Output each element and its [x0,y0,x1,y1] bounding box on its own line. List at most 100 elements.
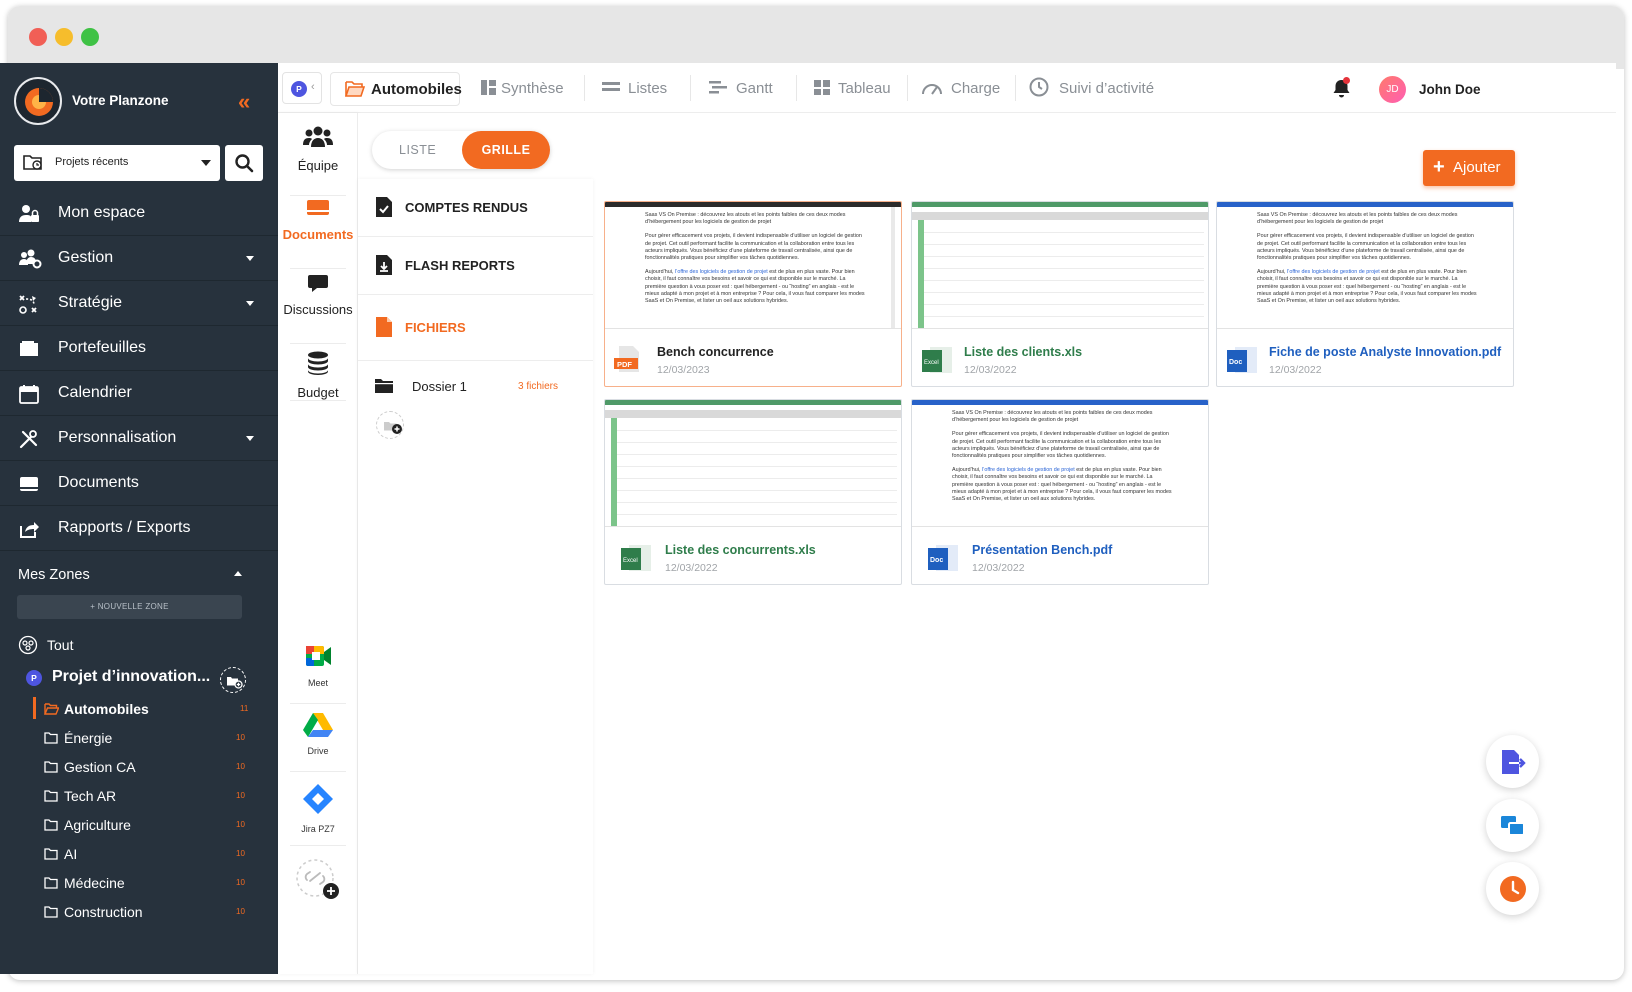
zone-label: Agriculture [64,817,131,833]
tab-tableau[interactable]: Tableau [813,72,903,106]
recent-projects-label: Projets récents [55,156,129,168]
file-preview: Saas VS On Premise : découvrez les atout… [1217,207,1513,329]
file-card[interactable]: Saas VS On Premise : découvrez les atout… [1216,201,1514,387]
folder-count: 3 fichiers [518,381,559,392]
new-zone-button[interactable]: + NOUVELLE ZONE [17,595,242,619]
file-card[interactable]: Saas VS On Premise : découvrez les atout… [604,201,902,387]
project-toggle-button[interactable]: P ‹ [282,72,322,104]
nav-item-portefeuilles[interactable]: Portefeuilles [0,326,278,371]
integration-drive[interactable]: Drive [278,711,358,772]
nav-item-rapports-exports[interactable]: Rapports / Exports [0,506,278,551]
chevron-down-icon [246,436,254,441]
preview-scrollbar [891,207,895,328]
pdf-file-icon: PDF [613,345,645,380]
zone-count: 10 [236,907,245,916]
nav-item-mon-espace[interactable]: Mon espace [0,191,278,236]
file-card[interactable]: Saas VS On Premise : découvrez les atout… [911,399,1209,585]
tab-gantt[interactable]: Gantt [708,72,788,106]
export-document-icon [1502,750,1526,774]
module-budget[interactable]: Budget [278,350,358,401]
minimize-window-button[interactable] [55,28,73,46]
user-name[interactable]: John Doe [1419,82,1481,97]
maximize-window-button[interactable] [81,28,99,46]
integration-meet[interactable]: Meet [278,643,358,704]
integration-jira[interactable]: Jira PZ7 [278,783,358,846]
zone-item-gestion-ca[interactable]: Gestion CA 10 [0,753,278,782]
file-name: Présentation Bench.pdf [972,543,1113,557]
document-tray-icon [18,473,40,495]
nav-item-gestion[interactable]: Gestion [0,236,278,281]
section-comptes-rendus[interactable]: COMPTES RENDUS [358,179,593,237]
folder-item[interactable]: Dossier 1 3 fichiers [358,364,593,404]
notification-dot [1343,77,1350,84]
nav-item-strategie[interactable]: Stratégie [0,281,278,326]
nav-item-calendrier[interactable]: Calendrier [0,371,278,416]
zone-item-construction[interactable]: Construction 10 [0,898,278,927]
tab-listes[interactable]: Listes [599,72,679,106]
file-preview: Saas VS On Premise : découvrez les atout… [912,405,1208,527]
file-card[interactable]: Excel Liste des clients.xls 12/03/2022 [911,201,1209,387]
switch-view-button[interactable] [1486,799,1539,852]
synthesis-icon [480,79,497,101]
zone-item-ai[interactable]: AI 10 [0,840,278,869]
project-item[interactable]: P Projet d’innovation... [26,667,266,693]
file-card[interactable]: Excel Liste des concurrents.xls 12/03/20… [604,399,902,585]
export-document-button[interactable] [1486,735,1539,788]
report-doc-icon [375,196,393,223]
list-icon [601,79,621,101]
recent-projects-select[interactable]: Projets récents [14,145,220,181]
zone-item-medecine[interactable]: Médecine 10 [0,869,278,898]
module-discussions[interactable]: Discussions [278,273,358,344]
integration-label: Meet [307,678,328,688]
time-tracking-button[interactable] [1486,862,1539,915]
folder-open-icon [43,702,60,720]
add-folder-icon[interactable] [220,667,246,693]
my-zones-heading: Mes Zones [18,567,90,583]
add-folder-button[interactable] [376,411,404,439]
notifications-button[interactable] [1332,77,1351,103]
nav-item-documents[interactable]: Documents [0,461,278,506]
zone-label: Automobiles [64,701,149,717]
add-button[interactable]: + Ajouter [1423,150,1515,186]
zone-label: AI [64,846,78,862]
nav-item-personnalisation[interactable]: Personnalisation [0,416,278,461]
zone-item-tech-ar[interactable]: Tech AR 10 [0,782,278,811]
nav-label: Personnalisation [58,429,177,446]
tab-label: Automobiles [371,81,462,98]
user-avatar[interactable]: JD [1379,76,1406,103]
file-date: 12/03/2022 [665,562,718,574]
add-integration-button[interactable] [278,858,358,911]
tab-charge[interactable]: Charge [921,72,1011,106]
module-equipe[interactable]: Équipe [278,125,358,196]
zone-item-automobiles[interactable]: Automobiles 11 [0,695,278,724]
section-fichiers[interactable]: FICHIERS [358,299,593,361]
close-window-button[interactable] [29,28,47,46]
search-button[interactable] [225,145,263,181]
section-flash-reports[interactable]: FLASH REPORTS [358,237,593,295]
planzone-logo[interactable] [14,77,62,125]
tab-synthese[interactable]: Synthèse [478,72,578,106]
google-meet-icon [306,646,331,666]
module-label: Discussions [283,302,353,317]
file-preview [912,207,1208,329]
zone-count: 11 [240,704,249,713]
nav-label: Gestion [58,249,114,266]
calendar-icon [18,383,40,405]
svg-text:Excel: Excel [924,360,939,366]
chevron-up-icon[interactable] [234,571,242,576]
collapse-sidebar-icon[interactable]: « [238,89,250,115]
grid-view-button[interactable]: GRILLE [462,131,550,169]
zone-item-agriculture[interactable]: Agriculture 10 [0,811,278,840]
folder-icon [44,731,58,749]
section-label: FICHIERS [405,320,466,335]
nav-label: Portefeuilles [58,339,147,356]
svg-text:PDF: PDF [617,360,632,369]
module-documents[interactable]: Documents [278,198,358,269]
tab-label: Tableau [838,80,891,97]
strategy-icon [18,293,40,315]
tab-automobiles[interactable]: Automobiles [330,72,462,106]
tab-suivi-activite[interactable]: Suivi d’activité [1029,72,1189,106]
list-view-button[interactable]: LISTE [399,143,436,157]
zone-item-energie[interactable]: Énergie 10 [0,724,278,753]
zone-count: 10 [236,762,245,771]
